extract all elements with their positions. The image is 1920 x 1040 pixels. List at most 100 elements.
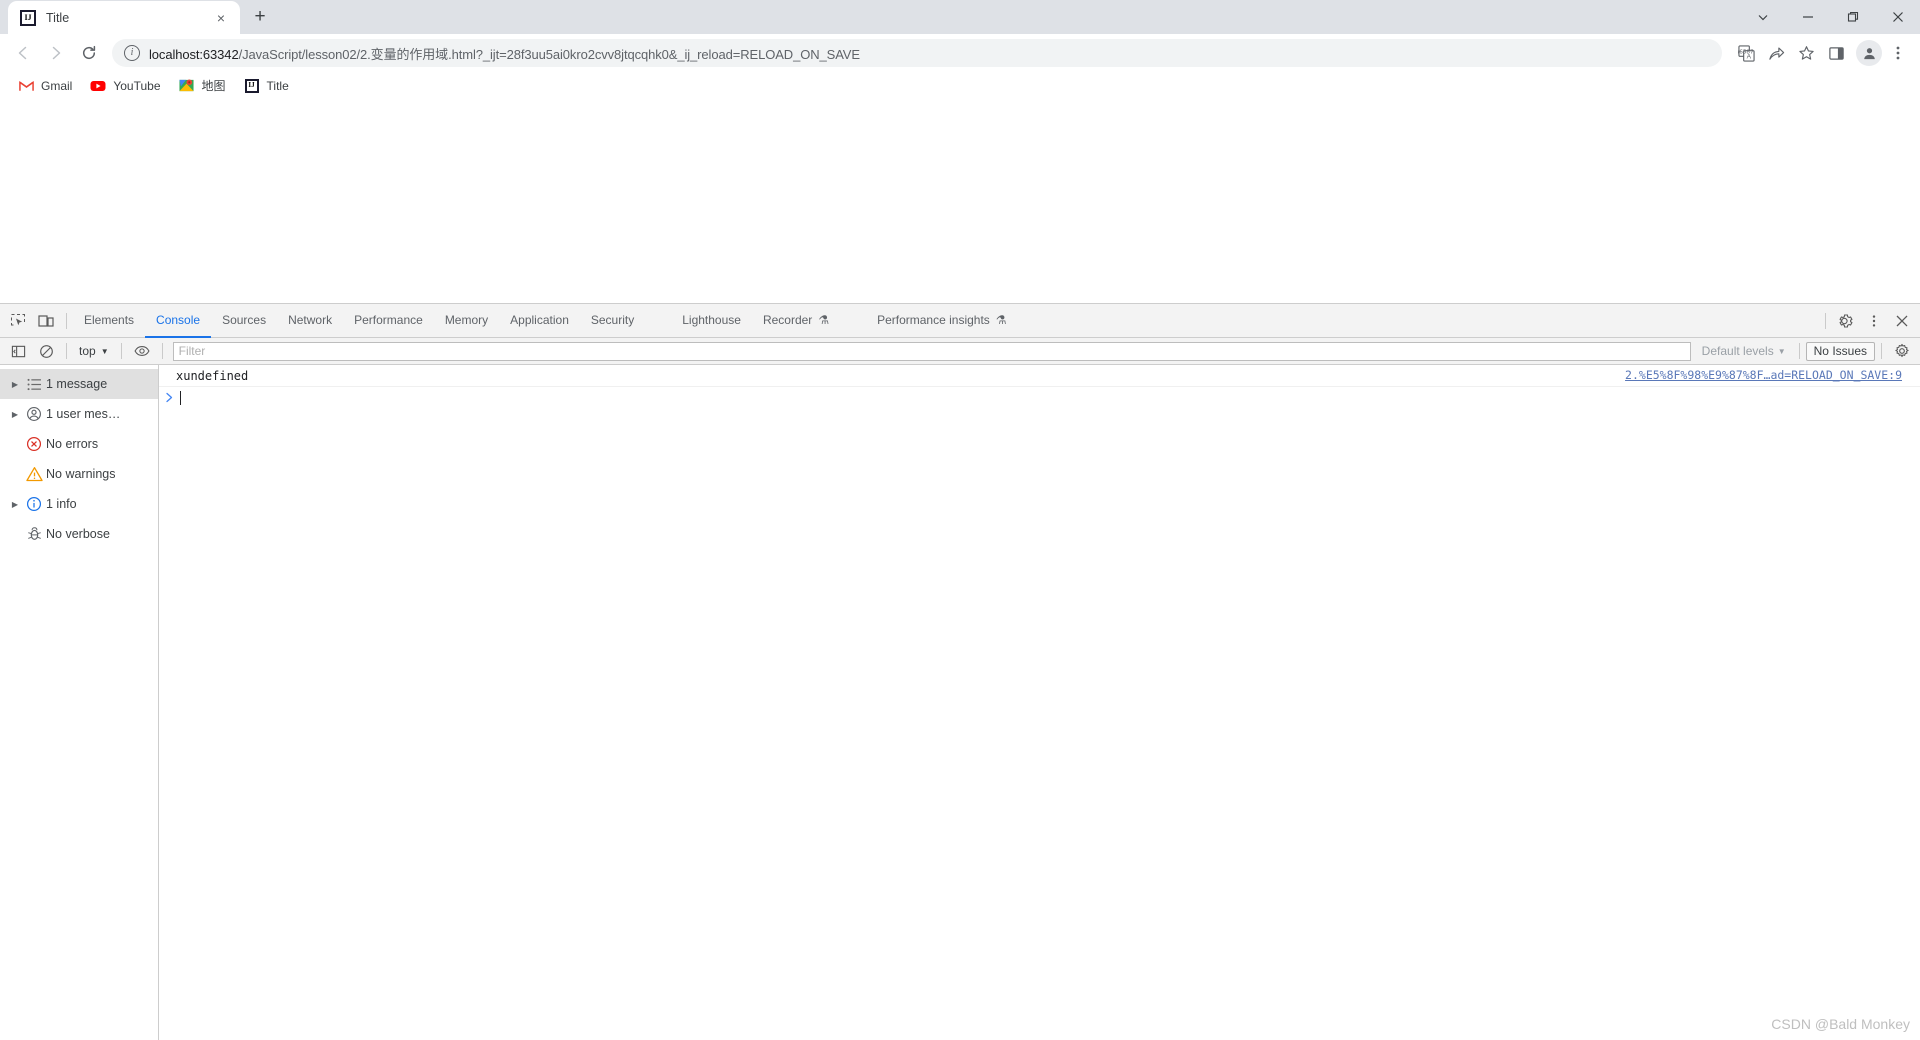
browser-tab[interactable]: IJ Title ×: [8, 1, 240, 34]
devtools-tab-sources[interactable]: Sources: [211, 304, 277, 338]
list-icon: [22, 378, 46, 391]
expand-arrow-icon[interactable]: ▶: [8, 500, 22, 509]
sidebar-item-label: 1 message: [46, 377, 108, 391]
devtools-tab-recorder[interactable]: Recorder ⚗: [752, 304, 840, 338]
execution-context-selector[interactable]: top ▼: [73, 341, 115, 361]
devtools-tab-memory[interactable]: Memory: [434, 304, 499, 338]
console-source-link[interactable]: 2.%E5%8F%98%E9%87%8F…ad=RELOAD_ON_SAVE:9: [1625, 368, 1902, 382]
devtools-more-options-icon[interactable]: [1861, 308, 1887, 334]
live-expression-eye-icon[interactable]: [129, 338, 155, 364]
side-panel-icon[interactable]: [1822, 39, 1850, 67]
close-window-icon[interactable]: [1875, 0, 1920, 34]
devtools-tab-network[interactable]: Network: [277, 304, 343, 338]
new-tab-button[interactable]: +: [246, 3, 274, 31]
tab-label: Recorder: [762, 312, 813, 327]
browser-titlebar: IJ Title × +: [0, 0, 1920, 34]
issues-status-button[interactable]: No Issues: [1805, 341, 1875, 361]
expand-arrow-icon[interactable]: ▶: [8, 410, 22, 419]
devtools-tab-security[interactable]: Security: [580, 304, 645, 338]
watermark-text: CSDN @Bald Monkey: [1771, 1016, 1910, 1032]
maximize-window-icon[interactable]: [1830, 0, 1875, 34]
page-viewport: [0, 100, 1920, 303]
tab-label: Lighthouse: [682, 312, 741, 327]
bookmark-youtube[interactable]: YouTube: [82, 75, 168, 97]
bookmark-label: Title: [266, 78, 289, 93]
inspect-element-icon[interactable]: [5, 308, 31, 334]
chrome-menu-icon[interactable]: [1884, 39, 1912, 67]
toolbar-divider: [66, 343, 67, 359]
tab-label: Application: [510, 312, 569, 327]
sidebar-item-info[interactable]: ▶ 1 info: [0, 489, 158, 519]
levels-label: Default levels: [1701, 344, 1774, 358]
sidebar-item-verbose[interactable]: No verbose: [0, 519, 158, 549]
sidebar-item-label: 1 info: [46, 497, 77, 511]
site-info-icon[interactable]: i: [124, 45, 140, 61]
devtools-tab-performance[interactable]: Performance: [343, 304, 434, 338]
issues-label: No Issues: [1813, 344, 1867, 358]
tab-label: Performance insights: [877, 312, 990, 327]
bookmark-title[interactable]: IJ Title: [236, 75, 297, 97]
log-levels-dropdown[interactable]: Default levels ▼: [1695, 344, 1793, 358]
translate-icon[interactable]: A\u6587: [1732, 39, 1760, 67]
console-message-text: xundefined: [176, 368, 249, 383]
devtools-settings-gear-icon[interactable]: [1833, 308, 1859, 334]
tab-label: Performance: [354, 312, 423, 327]
reload-button[interactable]: [74, 38, 104, 68]
bookmark-label: YouTube: [113, 78, 161, 93]
console-input-caret[interactable]: [180, 390, 181, 405]
sidebar-item-label: No warnings: [46, 467, 116, 481]
toolbar-divider: [1881, 343, 1882, 359]
console-settings-gear-icon[interactable]: [1889, 338, 1915, 364]
toolbar-divider: [120, 343, 122, 359]
minimize-window-icon[interactable]: [1785, 0, 1830, 34]
console-filter-input[interactable]: Filter: [172, 341, 1691, 361]
share-icon[interactable]: [1762, 39, 1790, 67]
show-console-sidebar-icon[interactable]: [5, 338, 31, 364]
bookmark-label: Gmail: [41, 78, 73, 93]
close-tab-button[interactable]: ×: [212, 9, 230, 27]
tab-title: Title: [46, 10, 70, 25]
bookmarks-bar: Gmail YouTube 地图 IJ Title: [0, 72, 1920, 100]
chrome-browser-window: IJ Title × + i localhost:63342/JavaScrip…: [0, 0, 1920, 1040]
address-bar[interactable]: i localhost:63342/JavaScript/lesson02/2.…: [112, 39, 1722, 67]
sidebar-item-label: No verbose: [46, 527, 110, 541]
console-prompt-row[interactable]: [159, 387, 1920, 408]
intellij-idea-icon: IJ: [20, 9, 36, 26]
experiment-flask-icon: ⚗: [995, 312, 1007, 327]
devtools-tab-application[interactable]: Application: [499, 304, 580, 338]
google-maps-icon: [179, 78, 195, 94]
devtools-tab-elements[interactable]: Elements: [73, 304, 145, 338]
intellij-idea-icon: IJ: [244, 78, 260, 94]
tab-label: Console: [156, 312, 201, 327]
tab-label: Elements: [84, 312, 135, 327]
console-message-row[interactable]: xundefined 2.%E5%8F%98%E9%87%8F…ad=RELOA…: [159, 365, 1920, 387]
filter-placeholder: Filter: [178, 344, 206, 358]
sidebar-item-warnings[interactable]: No warnings: [0, 459, 158, 489]
sidebar-item-messages[interactable]: ▶ 1 message: [0, 369, 158, 399]
toolbar-divider: [161, 343, 163, 359]
console-output-area[interactable]: xundefined 2.%E5%8F%98%E9%87%8F…ad=RELOA…: [159, 365, 1920, 1040]
console-body: ▶ 1 message ▶ 1 user mes… No errors No w…: [0, 365, 1920, 1040]
profile-avatar[interactable]: [1856, 40, 1882, 66]
bookmark-star-icon[interactable]: [1792, 39, 1820, 67]
browser-toolbar: i localhost:63342/JavaScript/lesson02/2.…: [0, 34, 1920, 72]
chevron-down-icon: ▼: [100, 346, 109, 356]
info-icon: [22, 496, 46, 512]
devtools-tab-lighthouse[interactable]: Lighthouse: [671, 304, 752, 338]
sidebar-item-user-messages[interactable]: ▶ 1 user mes…: [0, 399, 158, 429]
tab-search-icon[interactable]: [1740, 0, 1785, 34]
devtools-tab-console[interactable]: Console: [145, 304, 212, 338]
back-button[interactable]: [8, 38, 38, 68]
device-toolbar-icon[interactable]: [33, 308, 59, 334]
console-filter-toolbar: top ▼ Filter Default levels ▼ No Issues: [0, 338, 1920, 365]
devtools-tab-performance-insights[interactable]: Performance insights ⚗: [866, 304, 1017, 338]
user-message-icon: [22, 406, 46, 422]
forward-button[interactable]: [41, 38, 71, 68]
bookmark-gmail[interactable]: Gmail: [10, 75, 80, 97]
bookmark-maps[interactable]: 地图: [171, 75, 234, 97]
expand-arrow-icon[interactable]: ▶: [8, 380, 22, 389]
devtools-close-icon[interactable]: [1889, 308, 1915, 334]
clear-console-icon[interactable]: [33, 338, 59, 364]
devtools-tabbar: Elements Console Sources Network Perform…: [0, 304, 1920, 338]
sidebar-item-errors[interactable]: No errors: [0, 429, 158, 459]
